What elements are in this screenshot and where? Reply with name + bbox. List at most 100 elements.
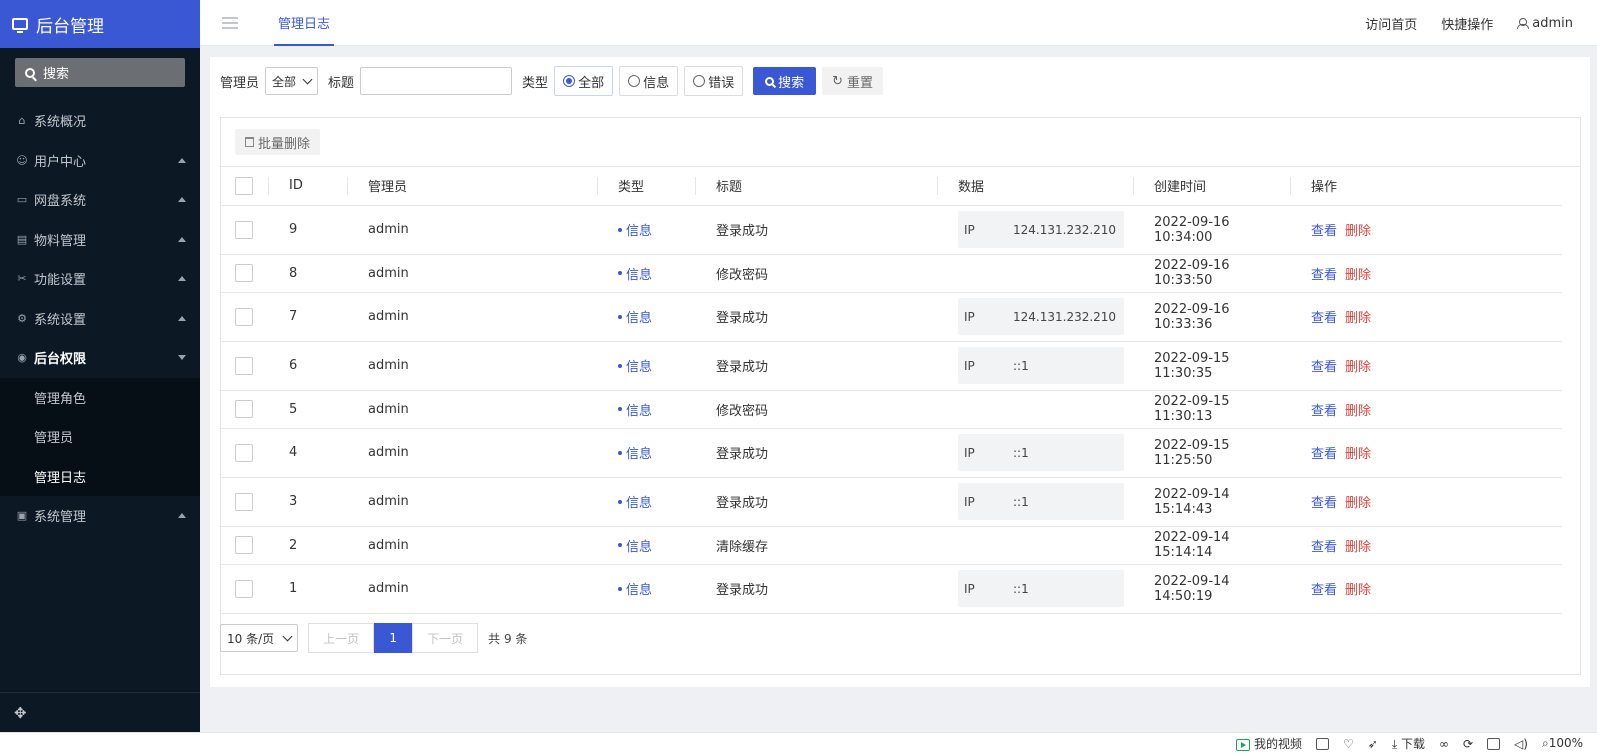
cell-created: 2022-09-15 11:30:13 — [1134, 390, 1291, 429]
cell-created: 2022-09-16 10:34:00 — [1134, 205, 1291, 255]
row-checkbox[interactable] — [235, 579, 253, 598]
cell-data: IP 124.131.232.210 — [938, 292, 1134, 342]
visit-home-link[interactable]: 访问首页 — [1365, 14, 1417, 33]
view-button[interactable]: 查看 — [1311, 224, 1337, 239]
refresh-icon[interactable]: ⟳ — [1463, 737, 1473, 751]
brand[interactable]: 后台管理 — [0, 0, 200, 48]
page-size-select[interactable]: 10 条/页 — [220, 624, 299, 652]
view-button[interactable]: 查看 — [1311, 311, 1337, 326]
cell-actions: 查看 删除 — [1291, 477, 1562, 527]
sidebar-item-6[interactable]: ◉ 后台权限 — [0, 338, 200, 378]
caret-up-icon — [178, 276, 186, 281]
type-radio-info[interactable]: 信息 — [619, 66, 679, 96]
title-input[interactable] — [360, 67, 513, 95]
glasses-icon[interactable]: ∞ — [1439, 737, 1449, 751]
cell-admin: admin — [348, 564, 598, 614]
trash-icon — [245, 137, 254, 147]
type-text: 信息 — [626, 583, 653, 598]
reset-button[interactable]: ↻ 重置 — [822, 67, 884, 95]
row-checkbox[interactable] — [235, 492, 253, 511]
image-icon[interactable] — [1315, 737, 1329, 750]
quick-actions-link[interactable]: 快捷操作 — [1441, 14, 1493, 33]
download-button[interactable]: ⤓ 下载 — [1392, 735, 1425, 752]
sidebar-item-0[interactable]: ⌂ 系统概况 — [0, 101, 200, 141]
search-button[interactable]: 搜索 — [753, 67, 817, 95]
delete-button[interactable]: 删除 — [1345, 404, 1371, 419]
speaker-icon[interactable]: ◁) — [1514, 737, 1528, 751]
move-icon[interactable]: ✥ — [14, 704, 27, 722]
view-button[interactable]: 查看 — [1311, 404, 1337, 419]
delete-button[interactable]: 删除 — [1345, 360, 1371, 375]
sidebar-search[interactable]: 搜索 — [15, 58, 185, 87]
play-icon — [1235, 738, 1250, 751]
col-admin[interactable]: 管理员 — [348, 167, 598, 206]
ip-key: IP — [964, 358, 975, 373]
type-badge: 信息 — [618, 579, 696, 598]
sidebar-item-3[interactable]: ▤ 物料管理 — [0, 220, 200, 260]
type-text: 信息 — [626, 224, 653, 239]
delete-button[interactable]: 删除 — [1345, 496, 1371, 511]
admin-select[interactable]: 全部 — [265, 67, 319, 95]
row-checkbox[interactable] — [235, 264, 253, 282]
row-checkbox[interactable] — [235, 400, 253, 418]
sidebar-item-1[interactable]: ☺ 用户中心 — [0, 141, 200, 181]
view-button[interactable]: 查看 — [1311, 447, 1337, 462]
row-checkbox[interactable] — [235, 220, 253, 239]
delete-button[interactable]: 删除 — [1345, 224, 1371, 239]
cell-id: 7 — [269, 292, 348, 342]
submenu-item-2[interactable]: 管理日志 — [0, 457, 200, 497]
search-icon — [765, 76, 775, 86]
ip-box: IP 124.131.232.210 — [958, 211, 1124, 248]
user-menu[interactable]: admin — [1517, 16, 1573, 31]
view-button[interactable]: 查看 — [1311, 540, 1337, 555]
col-id[interactable]: ID — [269, 167, 348, 206]
delete-button[interactable]: 删除 — [1345, 583, 1371, 598]
sidebar-item-label: 功能设置 — [34, 273, 87, 289]
row-checkbox[interactable] — [235, 356, 253, 375]
row-checkbox[interactable] — [235, 443, 253, 462]
next-page-button[interactable]: 下一页 — [412, 623, 479, 653]
heart-icon[interactable]: ♡ — [1343, 737, 1354, 751]
tab-admin-log[interactable]: 管理日志 — [274, 0, 335, 46]
my-video-button[interactable]: 我的视频 — [1235, 735, 1302, 752]
prev-page-button[interactable]: 上一页 — [308, 623, 375, 653]
total-count: 共 9 条 — [488, 631, 528, 646]
delete-button[interactable]: 删除 — [1345, 268, 1371, 283]
submenu-item-0[interactable]: 管理角色 — [0, 378, 200, 418]
dot-icon — [618, 450, 622, 455]
submenu-item-1[interactable]: 管理员 — [0, 417, 200, 457]
sidebar-item-2[interactable]: ▭ 网盘系统 — [0, 180, 200, 220]
view-button[interactable]: 查看 — [1311, 583, 1337, 598]
table-row: 8 admin 信息 修改密码 2022-09-16 10:33:50 查看 删除 — [221, 254, 1562, 293]
row-checkbox[interactable] — [235, 536, 253, 554]
menu-toggle-icon[interactable] — [222, 17, 238, 29]
col-type[interactable]: 类型 — [598, 167, 696, 206]
type-text: 信息 — [626, 360, 653, 375]
sidebar-item-label: 系统概况 — [34, 115, 87, 131]
delete-button[interactable]: 删除 — [1345, 311, 1371, 326]
sidebar-item-7[interactable]: ▣ 系统管理 — [0, 496, 200, 536]
sidebar-item-5[interactable]: ⚙ 系统设置 — [0, 299, 200, 339]
sidebar-item-4[interactable]: ✂ 功能设置 — [0, 259, 200, 299]
window-icon[interactable] — [1487, 737, 1501, 750]
view-button[interactable]: 查看 — [1311, 360, 1337, 375]
rocket-icon[interactable]: ➶ — [1368, 737, 1378, 751]
type-radio-error[interactable]: 错误 — [684, 66, 744, 96]
select-all-checkbox[interactable] — [235, 176, 253, 195]
cell-id: 6 — [269, 341, 348, 391]
col-created[interactable]: 创建时间 — [1134, 167, 1291, 206]
users-icon: ☺ — [16, 153, 28, 167]
col-title[interactable]: 标题 — [696, 167, 938, 206]
delete-button[interactable]: 删除 — [1345, 540, 1371, 555]
type-radio-all[interactable]: 全部 — [554, 66, 614, 96]
batch-delete-button[interactable]: 批量删除 — [235, 129, 321, 155]
view-button[interactable]: 查看 — [1311, 496, 1337, 511]
col-data[interactable]: 数据 — [938, 167, 1134, 206]
table-row: 3 admin 信息 登录成功 IP::1 2022-09-14 15:14:43 查看 删除 — [221, 477, 1562, 527]
page-1-button[interactable]: 1 — [374, 623, 413, 653]
row-checkbox[interactable] — [235, 307, 253, 326]
ip-box: IP 124.131.232.210 — [958, 298, 1124, 335]
view-button[interactable]: 查看 — [1311, 268, 1337, 283]
delete-button[interactable]: 删除 — [1345, 447, 1371, 462]
zoom-control[interactable]: ⌕100% — [1542, 736, 1583, 751]
